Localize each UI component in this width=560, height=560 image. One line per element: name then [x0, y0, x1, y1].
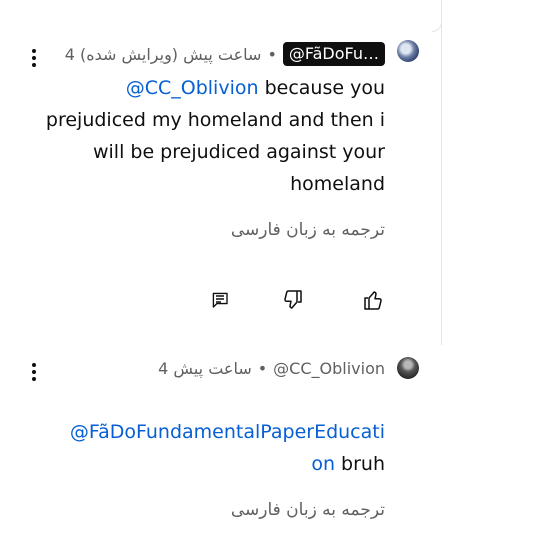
comment-text: @FãDoFundamentalPaperEducati on bruh — [45, 416, 385, 480]
comment-meta: 4 ساعت پیش (ویرایش شده) • @FãDoFu… — [65, 42, 385, 66]
translate-link[interactable]: ترجمه به زبان فارسی — [231, 500, 385, 520]
comment-time: 4 ساعت پیش (ویرایش شده) — [64, 44, 262, 64]
meta-separator: • — [257, 359, 268, 378]
reply-icon[interactable] — [208, 288, 232, 312]
author-name[interactable]: @CC_Oblivion — [273, 359, 385, 378]
comment-time: 4 ساعت پیش — [158, 359, 252, 378]
meta-separator: • — [267, 44, 277, 64]
dislike-icon[interactable] — [281, 288, 305, 312]
avatar[interactable] — [397, 40, 419, 62]
comment-actions — [0, 288, 560, 312]
comment-text: @CC_Oblivion because you prejudiced my h… — [40, 72, 385, 200]
more-vert-icon[interactable] — [26, 46, 42, 70]
more-vert-icon[interactable] — [26, 360, 42, 384]
like-icon[interactable] — [361, 288, 385, 312]
mention-link[interactable]: @CC_Oblivion — [126, 77, 259, 99]
author-chip[interactable]: @FãDoFu… — [282, 42, 385, 66]
translate-link[interactable]: ترجمه به زبان فارسی — [231, 220, 385, 240]
comment-body: bruh — [335, 453, 385, 475]
avatar[interactable] — [397, 357, 419, 379]
comment-meta: 4 ساعت پیش • @CC_Oblivion — [158, 359, 385, 378]
